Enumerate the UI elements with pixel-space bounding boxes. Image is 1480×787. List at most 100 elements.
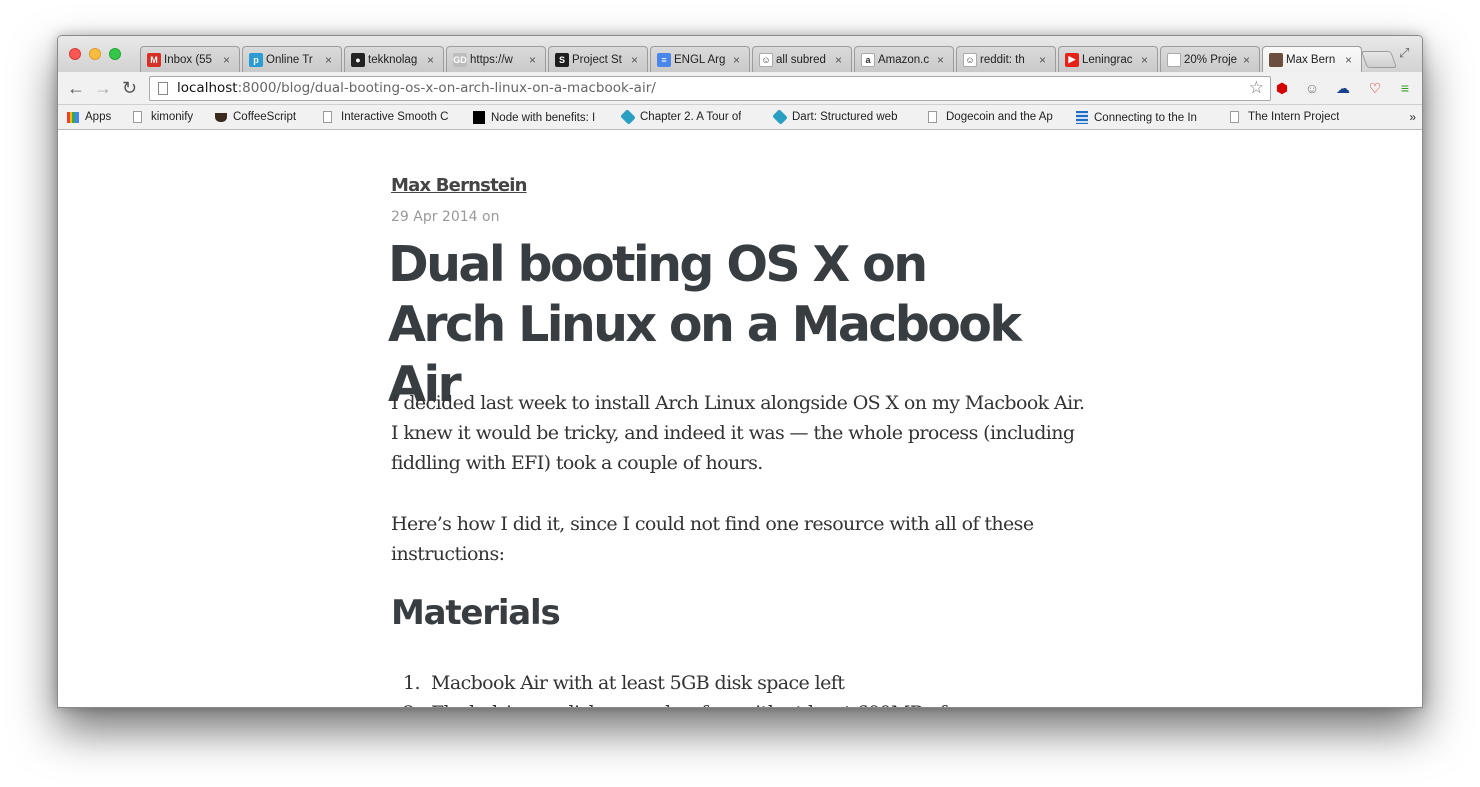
reddit-icon: ☺ (963, 52, 977, 67)
dart-icon (620, 109, 636, 125)
zoom-window-button[interactable] (109, 48, 121, 60)
materials-list: 1. Macbook Air with at least 5GB disk sp… (403, 668, 962, 707)
youtube-icon: ▶ (1065, 52, 1079, 67)
tab-2[interactable]: ● tekknolag × (344, 46, 444, 72)
back-arrow-icon[interactable]: ← (67, 78, 85, 98)
adblock-icon[interactable]: ⬢ (1273, 79, 1291, 97)
tab-5[interactable]: ≡ ENGL Arg × (650, 46, 750, 72)
tab-4[interactable]: S Project St × (548, 46, 648, 72)
tab-close-icon[interactable]: × (1243, 53, 1253, 67)
heart-icon[interactable]: ♡ (1366, 79, 1384, 97)
url-host: localhost (177, 80, 238, 96)
bookmark-8[interactable]: Connecting to the In (1076, 111, 1197, 124)
tab-label: all subred (776, 53, 826, 66)
tab-label: Max Bern (1286, 53, 1336, 66)
tab-label: Inbox (55 (164, 53, 212, 66)
tab-close-icon[interactable]: × (223, 53, 233, 67)
address-bar[interactable]: localhost:8000/blog/dual-booting-os-x-on… (149, 76, 1271, 101)
bookmark-5[interactable]: Chapter 2. A Tour of (620, 109, 741, 125)
tab-close-icon[interactable]: × (733, 53, 743, 67)
page-icon (1230, 111, 1239, 123)
bookmark-7[interactable]: Dogecoin and the Ap (928, 111, 1053, 123)
list-text: Macbook Air with at least 5GB disk space… (431, 672, 845, 694)
bookmark-label: Node with benefits: I (491, 111, 596, 124)
bookmarks-bar: » Apps kimonify CoffeeScript Interactive Sm… (58, 105, 1422, 130)
coffee-icon (215, 112, 227, 122)
menu-icon[interactable]: ≡ (1396, 79, 1414, 97)
page-icon (1167, 52, 1181, 67)
bookmark-label: CoffeeScript (233, 111, 297, 123)
new-tab-button[interactable] (1360, 51, 1398, 68)
reddit-icon: ☺ (759, 52, 773, 67)
list-item: 1. Macbook Air with at least 5GB disk sp… (403, 668, 962, 698)
bookmark-4[interactable]: Node with benefits: I (473, 111, 595, 124)
tab-close-icon[interactable]: × (325, 53, 335, 67)
tab-close-icon[interactable]: × (937, 53, 947, 67)
bookmark-label: Dogecoin and the Ap (946, 111, 1053, 123)
tab-11[interactable]: Max Bern × (1262, 46, 1362, 72)
bookmark-label: Connecting to the In (1094, 111, 1197, 124)
google-docs-icon: ≡ (657, 52, 671, 67)
bookmark-0[interactable]: Apps (67, 111, 111, 123)
page-content: Max Bernstein 29 Apr 2014 on Dual bootin… (58, 131, 1422, 707)
cloud-icon[interactable]: ☁ (1334, 79, 1352, 97)
tab-close-icon[interactable]: × (631, 53, 641, 67)
list-icon (1076, 111, 1088, 124)
tab-close-icon[interactable]: × (529, 53, 539, 67)
tab-1[interactable]: p Online Tr × (242, 46, 342, 72)
tab-close-icon[interactable]: × (1141, 53, 1151, 67)
gd-icon: GD (453, 52, 467, 67)
close-window-button[interactable] (69, 48, 81, 60)
paragraph-how: Here’s how I did it, since I could not f… (391, 513, 1034, 565)
bookmark-2[interactable]: CoffeeScript (215, 111, 296, 123)
author-link[interactable]: Max Bernstein (391, 175, 527, 196)
reload-icon[interactable]: ↻ (122, 78, 137, 98)
materials-heading: Materials (391, 593, 561, 633)
browser-window: M Inbox (55 × p Online Tr × ● tekknolag × GD https… (57, 35, 1423, 708)
bookmark-1[interactable]: kimonify (133, 111, 193, 123)
dart-icon (772, 109, 788, 125)
list-number: 1. (403, 672, 421, 694)
toolbar: ← → ↻ localhost:8000/blog/dual-booting-o… (58, 72, 1422, 105)
tab-label: Online Tr (266, 53, 313, 66)
bookmark-9[interactable]: The Intern Project (1230, 111, 1339, 123)
tab-label: reddit: th (980, 53, 1025, 66)
tab-label: tekknolag (368, 53, 418, 66)
tab-8[interactable]: ☺ reddit: th × (956, 46, 1056, 72)
tab-6[interactable]: ☺ all subred × (752, 46, 852, 72)
more-bookmarks-icon[interactable]: » (1409, 110, 1416, 124)
tab-3[interactable]: GD https://w × (446, 46, 546, 72)
tab-label: Leningrac (1082, 53, 1133, 66)
bookmark-star-icon[interactable]: ☆ (1249, 77, 1264, 99)
bookmark-label: Apps (85, 111, 112, 123)
tab-7[interactable]: a Amazon.c × (854, 46, 954, 72)
fullscreen-icon[interactable]: ⤢ (1399, 45, 1409, 61)
tab-close-icon[interactable]: × (835, 53, 845, 67)
post-date: 29 Apr 2014 on (391, 209, 500, 225)
ghostery-icon[interactable]: ☺ (1303, 79, 1321, 97)
tab-close-icon[interactable]: × (1039, 53, 1049, 67)
github-icon: ● (351, 52, 365, 67)
skype-icon: S (555, 52, 569, 67)
bookmark-6[interactable]: Dart: Structured web (772, 109, 897, 125)
list-number: 2. (403, 698, 431, 707)
tab-9[interactable]: ▶ Leningrac × (1058, 46, 1158, 72)
tab-label: 20% Proje (1184, 53, 1238, 66)
bookmark-label: The Intern Project (1248, 111, 1340, 123)
paragraph-intro: I decided last week to install Arch Linu… (391, 392, 1085, 474)
tab-10[interactable]: 20% Proje × (1160, 46, 1260, 72)
list-item: 2. Flash drive or disk or card or fo... … (403, 698, 962, 707)
tab-label: Project St (572, 53, 622, 66)
tab-0[interactable]: M Inbox (55 × (140, 46, 240, 72)
pocket-p-icon: p (249, 52, 263, 67)
tab-label: ENGL Arg (674, 53, 726, 66)
bookmark-label: kimonify (151, 111, 194, 123)
tab-close-icon[interactable]: × (427, 53, 437, 67)
bookmark-3[interactable]: Interactive Smooth C (323, 111, 448, 123)
page-icon (928, 111, 937, 123)
minimize-window-button[interactable] (89, 48, 101, 60)
forward-arrow-icon[interactable]: → (94, 78, 112, 98)
tab-strip: M Inbox (55 × p Online Tr × ● tekknolag × GD https… (58, 36, 1422, 72)
medium-icon (473, 111, 485, 124)
tab-close-icon[interactable]: × (1345, 53, 1355, 67)
